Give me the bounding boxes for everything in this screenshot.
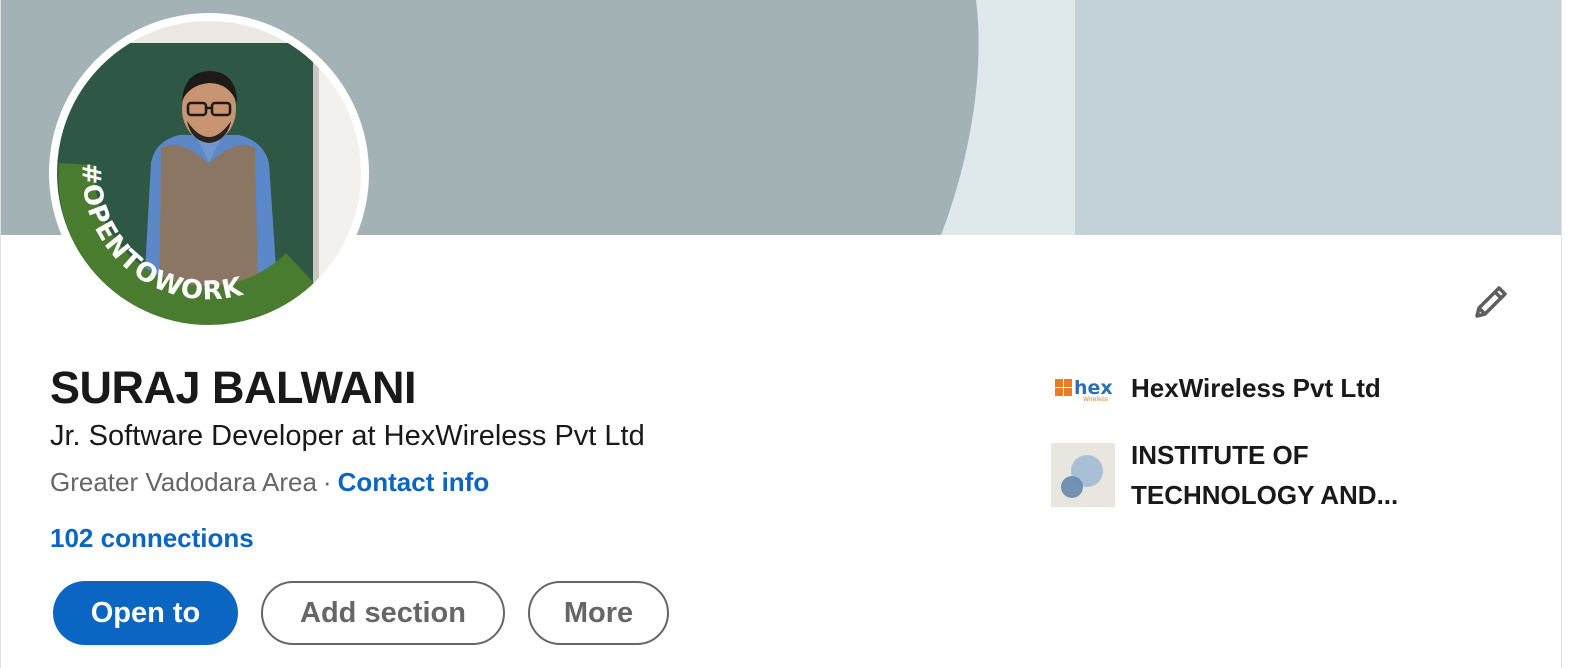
edit-intro-button[interactable] (1463, 274, 1519, 330)
current-company-name: HexWireless Pvt Ltd (1131, 373, 1381, 403)
pencil-icon (1475, 286, 1507, 318)
education-school-name: INSTITUTE OF TECHNOLOGY AND... (1131, 440, 1399, 510)
profile-location: Greater Vadodara Area (50, 467, 317, 497)
school-placeholder-logo (1051, 443, 1115, 507)
hexwireless-logo: hex Wireless (1051, 356, 1115, 420)
current-company-link[interactable]: hex Wireless HexWireless Pvt Ltd (1051, 356, 1381, 420)
open-to-button[interactable]: Open to (53, 581, 238, 645)
connections-link[interactable]: 102 connections (50, 520, 254, 556)
contact-info-link[interactable]: Contact info (338, 467, 490, 497)
profile-photo-image: #OPENTOWORK (51, 15, 367, 331)
profile-photo[interactable]: #OPENTOWORK (49, 13, 369, 333)
location-line: Greater Vadodara Area · Contact info (50, 464, 489, 500)
profile-headline: Jr. Software Developer at HexWireless Pv… (50, 420, 645, 452)
more-button[interactable]: More (528, 581, 669, 645)
school-placeholder-icon (1061, 455, 1103, 498)
hexwireless-logo-subtext: Wireless (1083, 396, 1108, 403)
education-school-link[interactable]: INSTITUTE OF TECHNOLOGY AND... (1051, 435, 1431, 515)
profile-name: SURAJ BALWANI (50, 362, 417, 413)
separator-dot: · (322, 467, 332, 497)
add-section-button[interactable]: Add section (261, 581, 505, 645)
hexwireless-logo-icon: hex Wireless (1055, 377, 1113, 403)
profile-card: #OPENTOWORK SURAJ BALWANI Jr. Software D… (0, 0, 1562, 668)
